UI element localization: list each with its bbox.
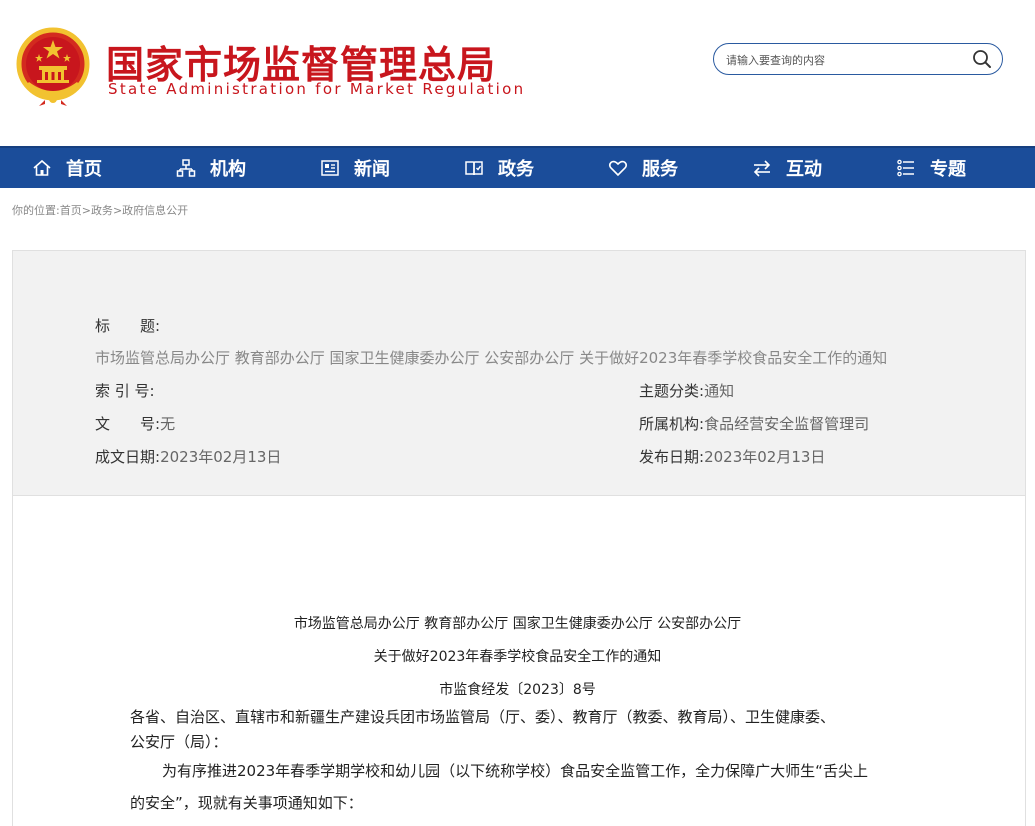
topic-row: 主题分类:通知 xyxy=(639,380,734,401)
nav-label: 新闻 xyxy=(354,159,390,180)
recipients-line: 公安厅（局）： xyxy=(130,733,228,751)
topic-label: 主题分类: xyxy=(639,382,705,400)
nav-item-home[interactable]: 首页 xyxy=(32,148,102,188)
nav-item-government-affairs[interactable]: 政务 xyxy=(464,148,534,188)
document-title: 关于做好2023年春季学校食品安全工作的通知 xyxy=(373,649,662,665)
org-chart-icon xyxy=(176,159,196,177)
nav-label: 互动 xyxy=(786,159,822,180)
home-icon xyxy=(33,159,51,176)
site-name-english: State Administration for Market Regulati… xyxy=(108,80,526,98)
body-paragraph-line: 的安全”，现就有关事项通知如下： xyxy=(130,794,363,812)
breadcrumb-link-affairs[interactable]: 政务 xyxy=(91,204,113,217)
nav-item-services[interactable]: 服务 xyxy=(608,148,678,188)
search-input[interactable] xyxy=(724,50,958,70)
published-date-value: 2023年02月13日 xyxy=(704,448,826,466)
agency-label: 所属机构: xyxy=(639,415,705,433)
nav-label: 首页 xyxy=(66,159,102,180)
nav-item-topics[interactable]: 专题 xyxy=(896,148,966,188)
agency-value: 食品经营安全监督管理司 xyxy=(704,415,870,433)
nav-label: 政务 xyxy=(498,159,534,180)
book-icon xyxy=(465,161,483,176)
doc-number-value: 无 xyxy=(160,415,176,433)
index-label: 索 引 号: xyxy=(95,380,155,401)
heart-icon xyxy=(608,160,628,177)
site-header: 国家市场监督管理总局 State Administration for Mark… xyxy=(0,0,1035,146)
index-label-text: 索 引 号: xyxy=(95,382,155,400)
title-value: 市场监管总局办公厅 教育部办公厅 国家卫生健康委办公厅 公安部办公厅 关于做好2… xyxy=(95,349,888,367)
breadcrumb-link-info-disclosure[interactable]: 政府信息公开 xyxy=(122,204,188,217)
created-date-label: 成文日期: xyxy=(95,448,161,466)
document-metadata-panel: 标 题: 市场监管总局办公厅 教育部办公厅 国家卫生健康委办公厅 公安部办公厅 … xyxy=(12,250,1026,496)
nav-item-organization[interactable]: 机构 xyxy=(176,148,246,188)
nav-item-interaction[interactable]: 互动 xyxy=(752,148,822,188)
recipients-line: 各省、自治区、直辖市和新疆生产建设兵团市场监管局（厅、委）、教育厅（教委、教育局… xyxy=(130,708,836,726)
search-icon[interactable] xyxy=(972,49,992,69)
exchange-icon xyxy=(753,160,771,177)
created-date-row: 成文日期:2023年02月13日 xyxy=(95,446,281,467)
document-issuers: 市场监管总局办公厅 教育部办公厅 国家卫生健康委办公厅 公安部办公厅 xyxy=(293,616,742,632)
agency-row: 所属机构:食品经营安全监督管理司 xyxy=(639,413,869,434)
list-icon xyxy=(897,159,914,177)
nav-label: 服务 xyxy=(642,159,678,180)
news-icon xyxy=(321,160,339,176)
breadcrumb-separator: > xyxy=(81,204,91,217)
breadcrumb: 你的位置:首页>政务>政府信息公开 xyxy=(12,202,188,218)
main-nav: 首页 机构 新闻 政务 服务 互动 专题 xyxy=(0,146,1035,188)
title-label: 标 题: xyxy=(95,317,161,335)
topic-value: 通知 xyxy=(704,382,735,400)
nav-label: 机构 xyxy=(210,159,246,180)
doc-number-row: 文 号:无 xyxy=(95,413,175,434)
document-number: 市监食经发〔2023〕8号 xyxy=(439,682,596,698)
doc-number-label: 文 号: xyxy=(95,415,161,433)
breadcrumb-separator: > xyxy=(112,204,123,217)
published-date-row: 发布日期:2023年02月13日 xyxy=(639,446,825,467)
search-box xyxy=(713,43,1003,75)
national-emblem-logo[interactable] xyxy=(15,26,91,106)
nav-label: 专题 xyxy=(930,159,966,180)
body-paragraph-line: 为有序推进2023年春季学期学校和幼儿园（以下统称学校）食品安全监管工作，全力保… xyxy=(162,762,868,780)
breadcrumb-link-home[interactable]: 首页 xyxy=(60,204,82,217)
created-date-value: 2023年02月13日 xyxy=(160,448,282,466)
published-date-label: 发布日期: xyxy=(639,448,705,466)
nav-item-news[interactable]: 新闻 xyxy=(320,148,390,188)
breadcrumb-prefix: 你的位置: xyxy=(12,204,60,217)
